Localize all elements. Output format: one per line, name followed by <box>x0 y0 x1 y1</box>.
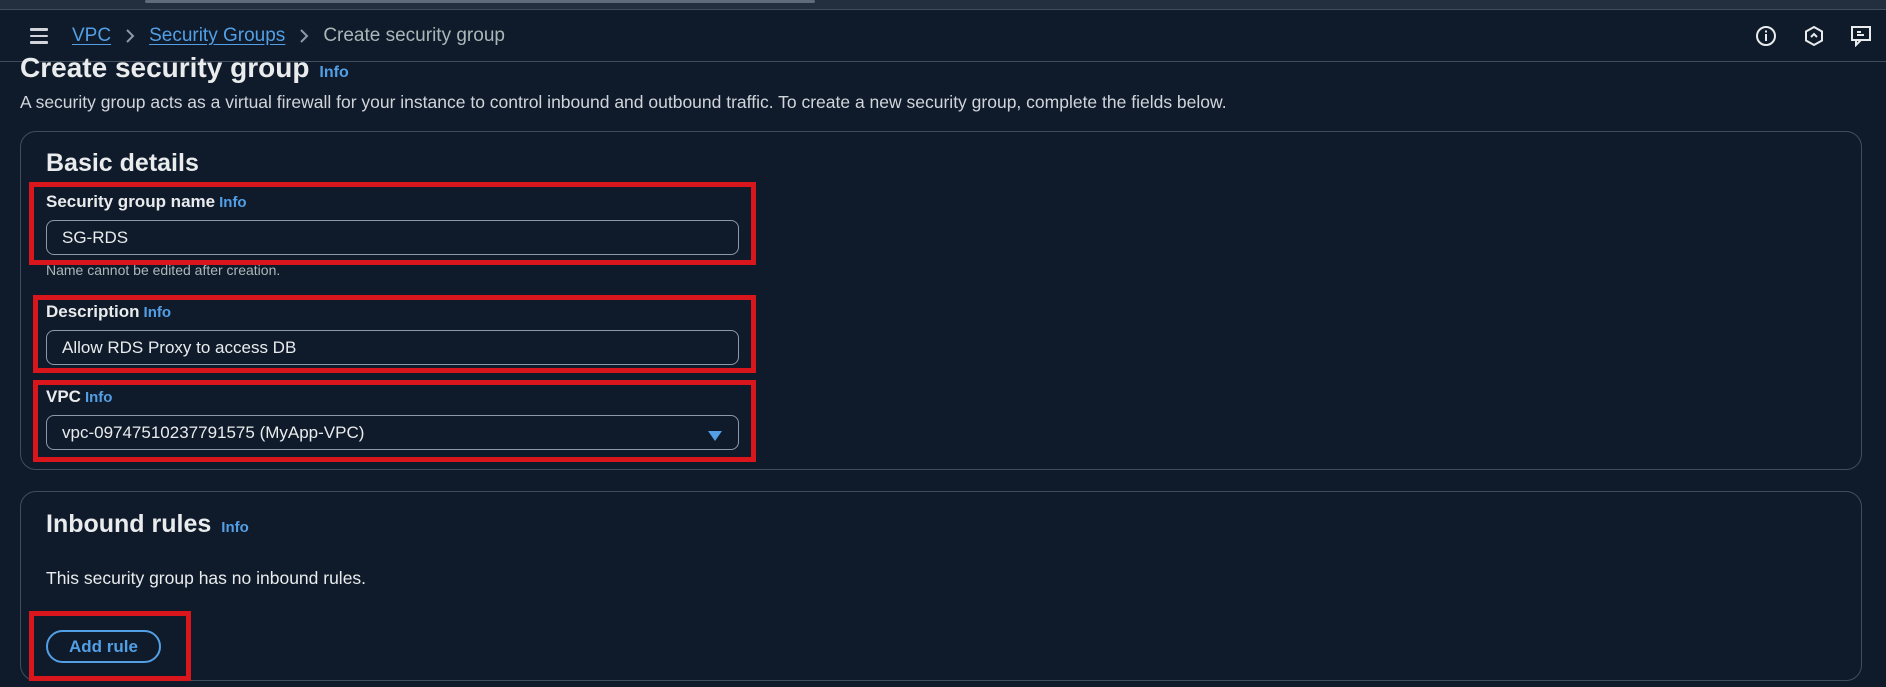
settings-hexagon-icon[interactable] <box>1790 10 1838 62</box>
add-rule-button[interactable]: Add rule <box>46 630 161 663</box>
info-circle-icon[interactable] <box>1742 10 1790 62</box>
input-value: Allow RDS Proxy to access DB <box>62 337 297 357</box>
description-label: Description Info <box>46 302 171 322</box>
vpc-select[interactable]: vpc-09747510237791575 (MyApp-VPC) <box>46 415 739 450</box>
field-label-text: VPC <box>46 387 81 406</box>
field-label-text: Description <box>46 302 140 321</box>
chevron-right-icon <box>125 28 135 44</box>
security-group-name-input[interactable]: SG-RDS <box>46 220 739 255</box>
security-group-name-label: Security group name Info <box>46 192 247 212</box>
hamburger-menu-icon[interactable] <box>24 24 54 48</box>
breadcrumb-security-groups[interactable]: Security Groups <box>149 25 285 47</box>
input-value: SG-RDS <box>62 227 129 247</box>
page-title: Create security group <box>20 52 310 83</box>
basic-details-heading: Basic details <box>46 149 199 177</box>
browser-top-strip <box>0 0 1886 10</box>
page-header: Create security group Info <box>20 52 349 84</box>
feedback-icon[interactable] <box>1838 10 1886 62</box>
inbound-info-link[interactable]: Info <box>221 519 249 536</box>
field-label-text: Security group name <box>46 192 216 211</box>
inbound-empty-text: This security group has no inbound rules… <box>46 568 367 588</box>
vpc-label: VPC Info <box>46 387 112 407</box>
header-icon-group <box>1742 10 1886 62</box>
breadcrumb-current: Create security group <box>323 25 505 46</box>
scroll-thumb[interactable] <box>145 0 815 3</box>
name-info-link[interactable]: Info <box>219 194 247 211</box>
page-description: A security group acts as a virtual firew… <box>20 92 1227 112</box>
select-value: vpc-09747510237791575 (MyApp-VPC) <box>62 422 365 442</box>
description-info-link[interactable]: Info <box>144 304 172 321</box>
chevron-right-icon <box>299 28 309 44</box>
breadcrumb-vpc[interactable]: VPC <box>72 25 111 47</box>
page-info-link[interactable]: Info <box>319 64 348 82</box>
vpc-info-link[interactable]: Info <box>85 389 113 406</box>
name-constraint-text: Name cannot be edited after creation. <box>46 262 281 278</box>
inbound-rules-heading: Inbound rules <box>46 510 212 538</box>
description-input[interactable]: Allow RDS Proxy to access DB <box>46 330 739 365</box>
inbound-rules-header: Inbound rules Info <box>46 510 249 539</box>
caret-down-icon <box>707 427 723 447</box>
